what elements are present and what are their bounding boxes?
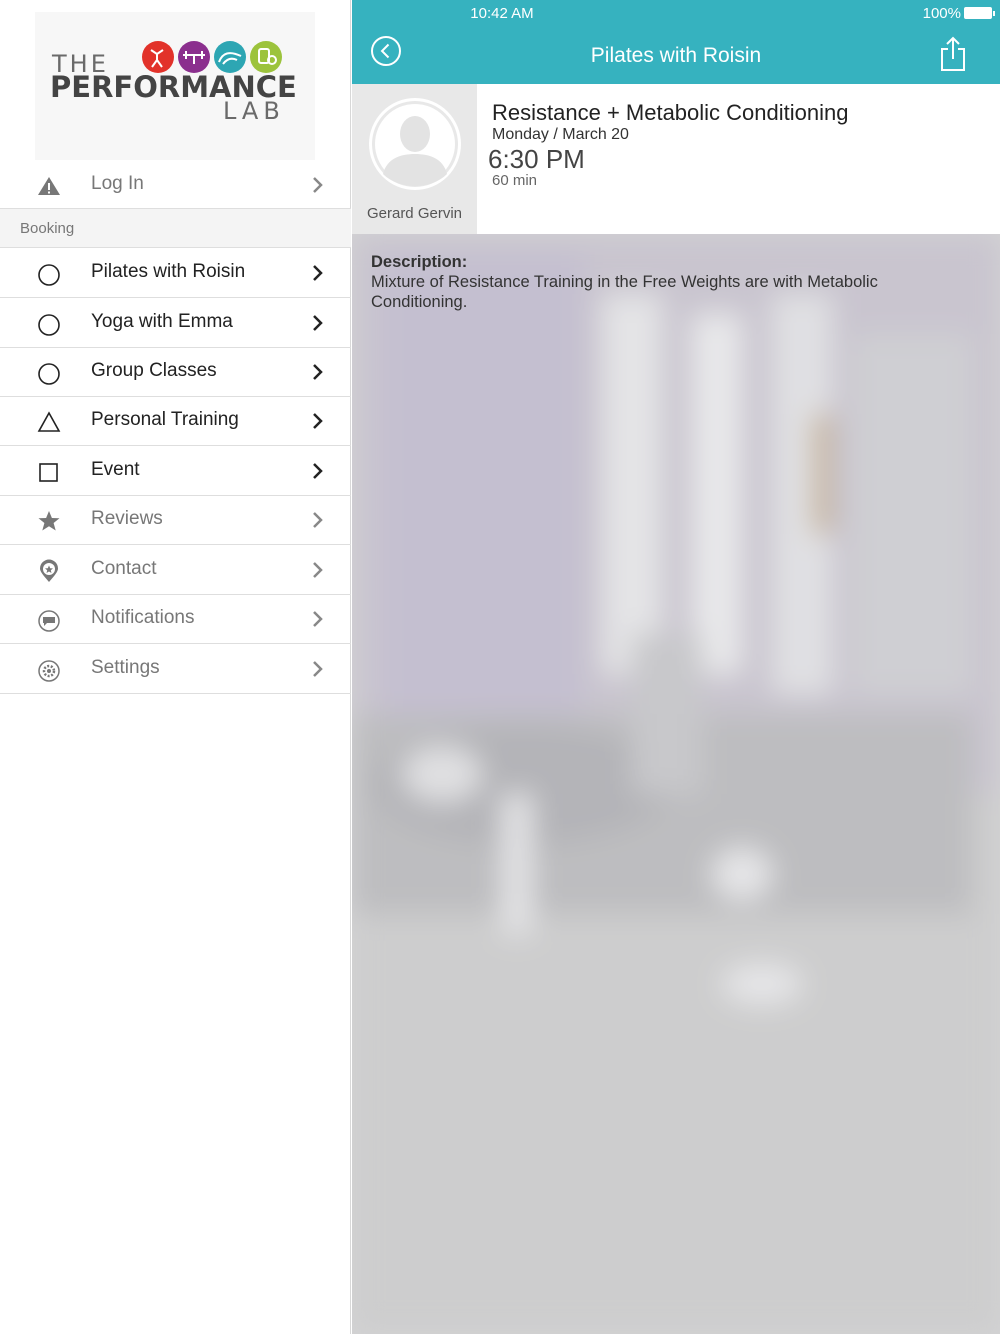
- battery-percent: 100%: [922, 5, 961, 22]
- class-date: Monday / March 20: [492, 126, 629, 143]
- class-detail-panel: 10:42 AM 100% Pilates with Roisin Gerard…: [352, 0, 1000, 1334]
- sidebar-item-personal-training[interactable]: Personal Training: [0, 396, 351, 446]
- class-title: Resistance + Metabolic Conditioning: [492, 100, 849, 125]
- warning-icon: [38, 177, 60, 195]
- triangle-icon: [37, 411, 61, 432]
- sidebar-item-contact[interactable]: Contact: [0, 545, 351, 595]
- chevron-right-icon: [313, 413, 323, 429]
- sidebar-item-label: Log In: [91, 173, 144, 194]
- sidebar-item-label: Yoga with Emma: [91, 311, 233, 332]
- sidebar: THE PERFORMANCE LAB Log In Booking Pilat…: [0, 0, 351, 1334]
- sidebar-item-event[interactable]: Event: [0, 446, 351, 496]
- class-description: Description: Mixture of Resistance Train…: [371, 252, 971, 312]
- section-header-label: Booking: [20, 220, 75, 237]
- sidebar-item-label: Notifications: [91, 607, 195, 628]
- description-text: Mixture of Resistance Training in the Fr…: [371, 273, 878, 311]
- class-info-card: Gerard Gervin Resistance + Metabolic Con…: [352, 84, 1000, 234]
- sidebar-item-reviews[interactable]: Reviews: [0, 495, 351, 545]
- trainer-name: Gerard Gervin: [366, 205, 463, 222]
- gear-icon: [38, 660, 60, 682]
- battery-icon: [964, 7, 995, 19]
- chevron-right-icon: [313, 315, 323, 331]
- description-label: Description:: [371, 253, 468, 271]
- sidebar-item-label: Settings: [91, 657, 160, 678]
- chevron-right-icon: [313, 364, 323, 380]
- nav-bar: 10:42 AM 100% Pilates with Roisin: [352, 0, 1000, 84]
- status-time: 10:42 AM: [470, 5, 534, 22]
- section-header-booking: Booking: [0, 209, 351, 248]
- sidebar-item-label: Pilates with Roisin: [91, 261, 246, 282]
- logo-text-lab: LAB: [223, 97, 285, 125]
- class-duration: 60 min: [492, 172, 538, 189]
- star-icon: [38, 511, 60, 531]
- sidebar-item-settings[interactable]: Settings: [0, 644, 351, 694]
- chevron-right-icon: [313, 611, 323, 627]
- share-button[interactable]: [939, 36, 967, 72]
- circle-icon: [38, 363, 60, 385]
- chevron-right-icon: [313, 463, 323, 479]
- chevron-right-icon: [313, 265, 323, 281]
- sidebar-item-label: Event: [91, 459, 140, 480]
- chevron-right-icon: [313, 512, 323, 528]
- square-icon: [39, 463, 58, 482]
- chevron-right-icon: [313, 562, 323, 578]
- blurred-background-photo: [352, 234, 1000, 1334]
- trainer-column: Gerard Gervin: [352, 84, 477, 234]
- sidebar-item-notifications[interactable]: Notifications: [0, 594, 351, 644]
- chat-bubble-icon: [38, 610, 60, 632]
- status-battery: 100%: [922, 5, 995, 22]
- page-title: Pilates with Roisin: [590, 44, 762, 67]
- sidebar-item-label: Personal Training: [91, 409, 239, 430]
- sidebar-item-label: Group Classes: [91, 360, 217, 381]
- performance-lab-logo: THE PERFORMANCE LAB: [35, 12, 315, 160]
- chevron-right-icon: [313, 177, 323, 193]
- circle-icon: [38, 314, 60, 336]
- sidebar-item-group-classes[interactable]: Group Classes: [0, 347, 351, 397]
- avatar-placeholder-icon: [369, 98, 461, 190]
- sidebar-item-label: Reviews: [91, 508, 163, 529]
- sidebar-item-yoga-with-emma[interactable]: Yoga with Emma: [0, 298, 351, 348]
- location-pin-icon: [40, 559, 58, 582]
- sidebar-item-label: Contact: [91, 558, 157, 579]
- sidebar-item-pilates-with-roisin[interactable]: Pilates with Roisin: [0, 248, 351, 298]
- back-button[interactable]: [370, 35, 402, 67]
- circle-icon: [38, 264, 60, 286]
- class-time: 6:30 PM: [488, 144, 585, 174]
- sidebar-item-login[interactable]: Log In: [0, 160, 351, 209]
- chevron-right-icon: [313, 661, 323, 677]
